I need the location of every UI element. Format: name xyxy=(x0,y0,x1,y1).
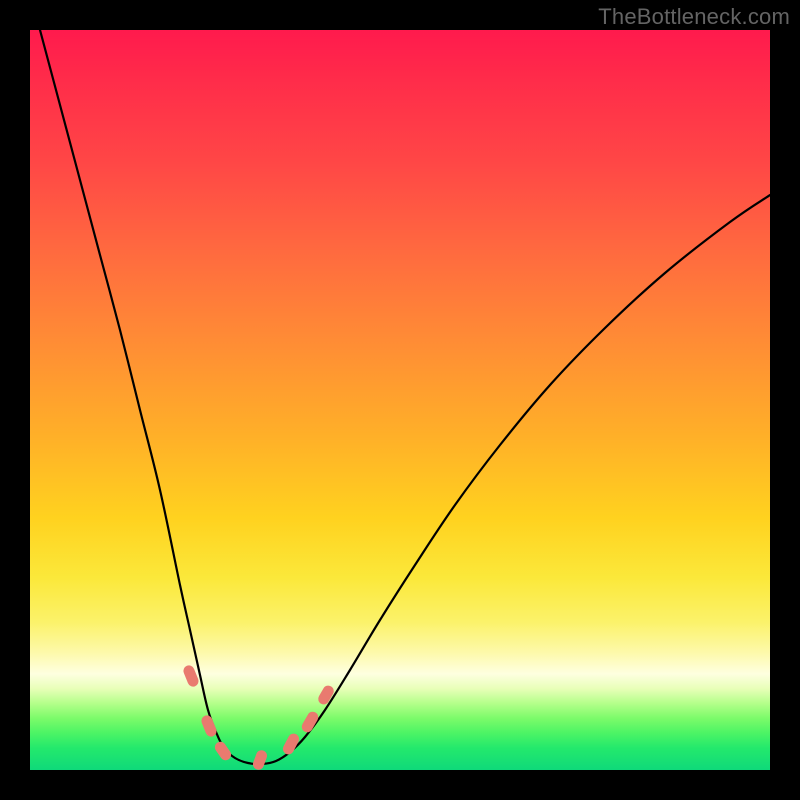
curve-layer xyxy=(30,30,770,770)
bottleneck-curve xyxy=(40,30,770,764)
chart-frame: TheBottleneck.com xyxy=(0,0,800,800)
plot-area xyxy=(30,30,770,770)
curve-marker xyxy=(316,684,336,707)
curve-marker xyxy=(251,749,268,770)
curve-markers xyxy=(182,664,336,770)
watermark-text: TheBottleneck.com xyxy=(598,4,790,30)
curve-marker xyxy=(213,740,233,763)
curve-marker xyxy=(200,714,218,739)
